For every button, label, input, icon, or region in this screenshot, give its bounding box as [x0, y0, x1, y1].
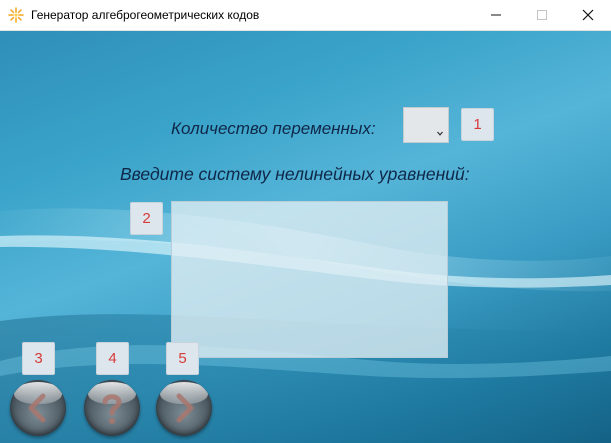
close-icon [582, 9, 594, 21]
equation-system-label: Введите систему нелинейных уравнений: [120, 164, 470, 184]
variables-count-select[interactable] [403, 107, 449, 143]
arrow-left-icon [28, 393, 46, 423]
chevron-down-icon [437, 123, 443, 141]
maximize-button[interactable] [519, 0, 565, 30]
title-bar: Генератор алгеброгеометрических кодов [0, 0, 611, 31]
minimize-icon [491, 10, 501, 20]
sparkle-icon [8, 7, 24, 23]
marker-5: 5 [166, 342, 199, 375]
variables-count-label: Количество переменных: [171, 119, 376, 138]
marker-2: 2 [130, 202, 163, 235]
marker-1: 1 [461, 108, 494, 141]
marker-4: 4 [96, 342, 129, 375]
minimize-button[interactable] [473, 0, 519, 30]
arrow-right-icon [176, 393, 194, 423]
equations-input[interactable] [171, 201, 448, 358]
close-button[interactable] [565, 0, 611, 30]
back-button[interactable] [10, 380, 66, 436]
maximize-icon [537, 10, 547, 20]
window-title: Генератор алгеброгеометрических кодов [31, 8, 260, 22]
help-button[interactable] [84, 380, 140, 436]
next-button[interactable] [156, 380, 212, 436]
marker-3: 3 [22, 342, 55, 375]
question-icon [102, 394, 122, 424]
main-panel: Количество переменных: 1 Введите систему… [0, 31, 611, 443]
